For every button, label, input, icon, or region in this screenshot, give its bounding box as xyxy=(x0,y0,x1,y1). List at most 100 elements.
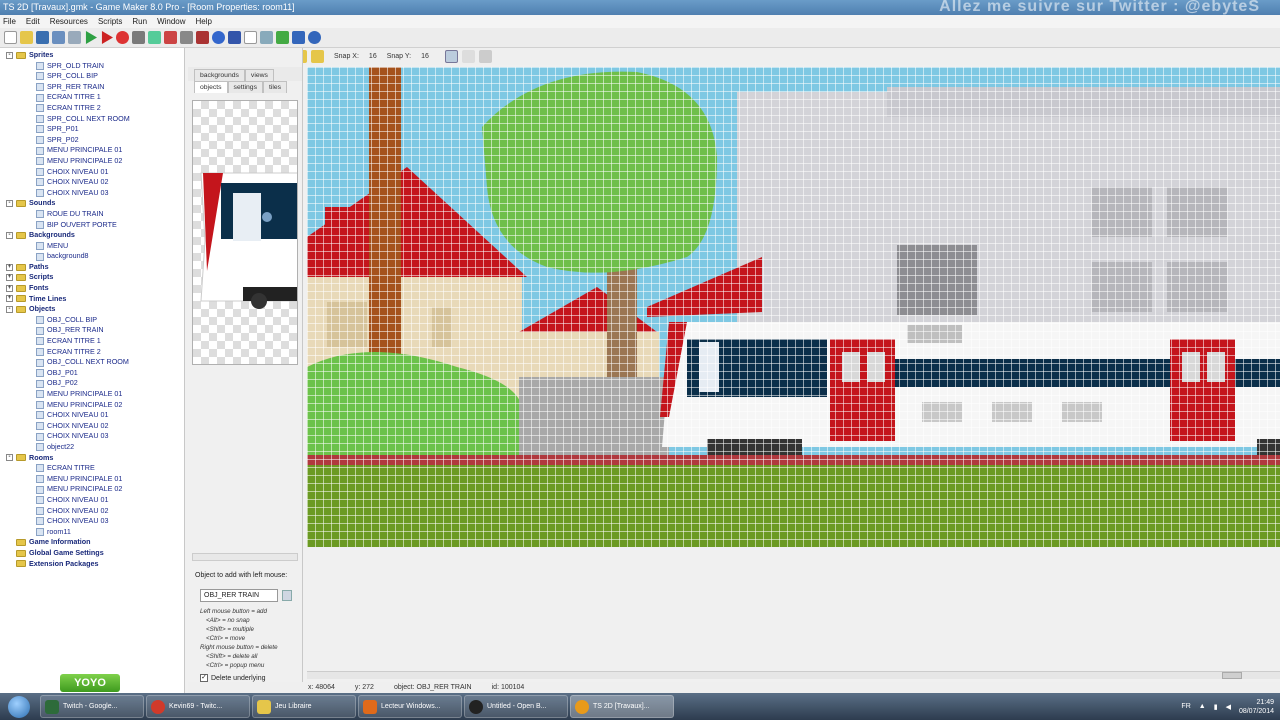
expand-toggle-icon[interactable]: - xyxy=(6,51,13,59)
tree-item[interactable]: background8 xyxy=(6,251,184,262)
tree-item[interactable]: OBJ_P01 xyxy=(6,368,184,379)
task-game-maker[interactable]: TS 2D [Travaux]... xyxy=(570,695,674,718)
menu-file[interactable]: File xyxy=(3,15,16,28)
tab-backgrounds[interactable]: backgrounds xyxy=(194,69,245,81)
unlock-instances-icon[interactable] xyxy=(311,50,324,63)
tree-item[interactable]: OBJ_COLL BIP xyxy=(6,315,184,326)
tree-item[interactable]: MENU PRINCIPALE 02 xyxy=(6,156,184,167)
room-horizontal-scrollbar[interactable] xyxy=(307,671,1280,679)
open-folder-icon[interactable] xyxy=(20,31,33,44)
tray-arrow-icon[interactable]: ▲ xyxy=(1199,703,1206,710)
menu-window[interactable]: Window xyxy=(157,15,185,28)
tree-item[interactable]: OBJ_COLL NEXT ROOM xyxy=(6,357,184,368)
help-icon[interactable] xyxy=(308,31,321,44)
room-canvas[interactable] xyxy=(307,67,1280,547)
tree-item[interactable]: room11 xyxy=(6,527,184,538)
tree-item[interactable]: SPR_RER TRAIN xyxy=(6,82,184,93)
tree-folder[interactable]: Game Information xyxy=(6,537,184,548)
create-sound-icon[interactable] xyxy=(132,31,145,44)
tree-folder[interactable]: Global Game Settings xyxy=(6,548,184,559)
tree-item[interactable]: CHOIX NIVEAU 01 xyxy=(6,410,184,421)
debug-game-icon[interactable] xyxy=(101,31,113,44)
create-script-icon[interactable] xyxy=(180,31,193,44)
tree-item[interactable]: SPR_COLL NEXT ROOM xyxy=(6,114,184,125)
windows-orb-icon[interactable] xyxy=(8,695,30,718)
snap-y-value[interactable]: 16 xyxy=(421,53,429,60)
save-as-icon[interactable] xyxy=(52,31,65,44)
tree-item[interactable]: ECRAN TITRE 2 xyxy=(6,347,184,358)
expand-toggle-icon[interactable]: + xyxy=(6,284,13,292)
tree-item[interactable]: OBJ_RER TRAIN xyxy=(6,325,184,336)
tree-folder[interactable]: - Objects xyxy=(6,304,184,315)
start-button[interactable] xyxy=(0,693,38,720)
tree-item[interactable]: BIP OUVERT PORTE xyxy=(6,220,184,231)
tree-folder[interactable]: - Backgrounds xyxy=(6,230,184,241)
create-object-icon[interactable] xyxy=(228,31,241,44)
create-sprite-icon[interactable] xyxy=(116,31,129,44)
task-kevin[interactable]: Kevin69 - Twitc... xyxy=(146,695,250,718)
menu-resources[interactable]: Resources xyxy=(50,15,88,28)
tree-item[interactable]: ECRAN TITRE 1 xyxy=(6,336,184,347)
tab-tiles[interactable]: tiles xyxy=(262,81,288,93)
menu-run[interactable]: Run xyxy=(132,15,147,28)
tree-item[interactable]: CHOIX NIVEAU 02 xyxy=(6,177,184,188)
extension-icon[interactable] xyxy=(292,31,305,44)
tab-objects[interactable]: objects xyxy=(194,81,228,93)
tree-item[interactable]: object22 xyxy=(6,442,184,453)
preview-scrollbar[interactable] xyxy=(192,553,298,561)
tree-item[interactable]: CHOIX NIVEAU 03 xyxy=(6,188,184,199)
expand-toggle-icon[interactable]: - xyxy=(6,306,13,314)
task-libraire[interactable]: Jeu Libraire xyxy=(252,695,356,718)
tree-item[interactable]: CHOIX NIVEAU 02 xyxy=(6,506,184,517)
clock[interactable]: 21:49 08/07/2014 xyxy=(1239,698,1274,716)
tree-item[interactable]: MENU PRINCIPALE 02 xyxy=(6,484,184,495)
tree-item[interactable]: ECRAN TITRE 2 xyxy=(6,103,184,114)
tree-item[interactable]: MENU PRINCIPALE 01 xyxy=(6,145,184,156)
tree-item[interactable]: MENU PRINCIPALE 01 xyxy=(6,389,184,400)
task-obs[interactable]: Untitled - Open B... xyxy=(464,695,568,718)
checkbox-checked-icon[interactable]: ✓ xyxy=(200,674,208,682)
menu-edit[interactable]: Edit xyxy=(26,15,40,28)
tree-folder[interactable]: + Fonts xyxy=(6,283,184,294)
tree-folder[interactable]: - Sprites xyxy=(6,50,184,61)
tree-folder[interactable]: Extension Packages xyxy=(6,559,184,570)
tab-settings[interactable]: settings xyxy=(227,81,263,93)
tree-item[interactable]: MENU PRINCIPALE 02 xyxy=(6,400,184,411)
new-file-icon[interactable] xyxy=(4,31,17,44)
tree-item[interactable]: SPR_OLD TRAIN xyxy=(6,61,184,72)
tree-folder[interactable]: - Sounds xyxy=(6,198,184,209)
tree-item[interactable]: ECRAN TITRE 1 xyxy=(6,92,184,103)
expand-toggle-icon[interactable]: - xyxy=(6,231,13,239)
tree-item[interactable]: MENU PRINCIPALE 01 xyxy=(6,474,184,485)
tree-item[interactable]: MENU xyxy=(6,241,184,252)
tree-item[interactable]: CHOIX NIVEAU 01 xyxy=(6,495,184,506)
tree-item[interactable]: SPR_P01 xyxy=(6,124,184,135)
expand-toggle-icon[interactable]: + xyxy=(6,274,13,282)
create-path-icon[interactable] xyxy=(164,31,177,44)
tree-item[interactable]: CHOIX NIVEAU 03 xyxy=(6,431,184,442)
snap-x-value[interactable]: 16 xyxy=(369,53,377,60)
expand-toggle-icon[interactable]: + xyxy=(6,295,13,303)
create-background-icon[interactable] xyxy=(148,31,161,44)
tree-item[interactable]: SPR_P02 xyxy=(6,135,184,146)
network-icon[interactable]: ▮ xyxy=(1214,703,1218,711)
expand-toggle-icon[interactable]: - xyxy=(6,454,13,462)
save-icon[interactable] xyxy=(36,31,49,44)
task-media-player[interactable]: Lecteur Windows... xyxy=(358,695,462,718)
tree-item[interactable]: CHOIX NIVEAU 03 xyxy=(6,516,184,527)
object-select[interactable]: OBJ_RER TRAIN xyxy=(200,589,278,602)
task-twitch[interactable]: Twitch - Google... xyxy=(40,695,144,718)
game-info-icon[interactable] xyxy=(260,31,273,44)
show-options-icon[interactable] xyxy=(478,50,492,63)
tree-item[interactable]: CHOIX NIVEAU 01 xyxy=(6,167,184,178)
delete-underlying-checkbox[interactable]: ✓ Delete underlying xyxy=(200,674,265,682)
menu-help[interactable]: Help xyxy=(196,15,212,28)
run-game-icon[interactable] xyxy=(85,31,97,44)
tree-folder[interactable]: + Time Lines xyxy=(6,294,184,305)
tree-item[interactable]: OBJ_P02 xyxy=(6,378,184,389)
expand-toggle-icon[interactable]: - xyxy=(6,200,13,208)
grid-toggle-icon[interactable] xyxy=(444,50,458,63)
create-timeline-icon[interactable] xyxy=(212,31,225,44)
tree-item[interactable]: ECRAN TITRE xyxy=(6,463,184,474)
tree-item[interactable]: ROUE DU TRAIN xyxy=(6,209,184,220)
